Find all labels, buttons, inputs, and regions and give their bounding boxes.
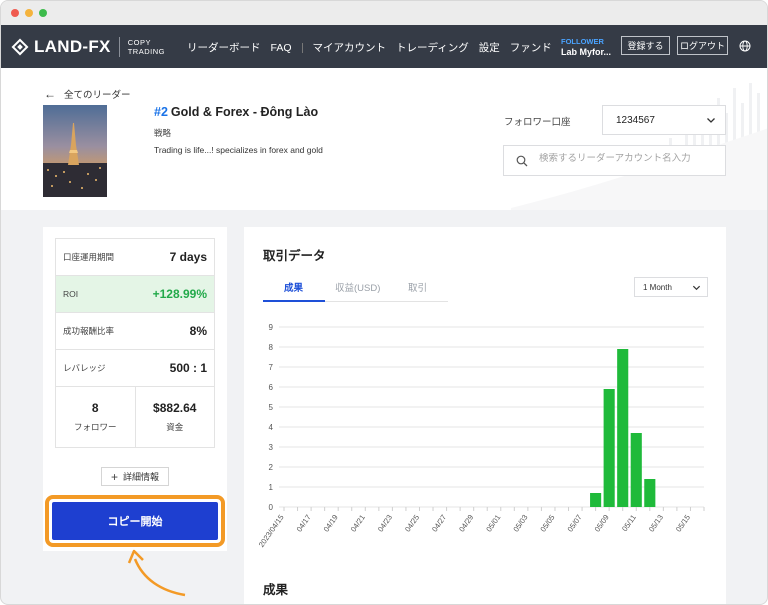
x-tick-label: 05/03 xyxy=(511,513,529,534)
tab-trades[interactable]: 取引 xyxy=(408,280,427,294)
leader-search-box xyxy=(503,145,726,176)
nav-divider xyxy=(301,42,303,53)
logo-text: LAND-FX xyxy=(34,37,111,56)
stat-roi: ROI +128.99% xyxy=(56,276,214,313)
leader-stats-panel: 口座運用期間 7 days ROI +128.99% 成功報酬比率 8% レバレ… xyxy=(43,227,227,551)
follower-account-label: フォロワー口座 xyxy=(504,117,571,128)
performance-section-title: 成果 xyxy=(263,583,289,597)
leader-avatar xyxy=(43,105,107,197)
maximize-window-icon[interactable] xyxy=(39,9,47,17)
x-tick-label: 05/01 xyxy=(484,513,502,534)
x-tick-label: 04/23 xyxy=(376,513,394,534)
nav-my-account[interactable]: マイアカウント xyxy=(313,40,387,55)
y-tick-label: 6 xyxy=(269,383,274,392)
logout-button[interactable]: ログアウト xyxy=(677,36,728,55)
x-tick-label: 04/19 xyxy=(322,513,340,534)
stat-funds: $882.64 資金 xyxy=(134,387,215,447)
close-window-icon[interactable] xyxy=(11,9,19,17)
annotation-arrow-icon xyxy=(127,549,186,597)
y-tick-label: 2 xyxy=(269,463,274,472)
nav-funds[interactable]: ファンド xyxy=(510,40,552,55)
x-tick-label: 2023/04/15 xyxy=(257,513,286,549)
decorative-background-chart xyxy=(511,83,767,210)
main-nav: リーダーボード FAQ マイアカウント トレーディング 設定 ファンド xyxy=(187,40,562,55)
copy-button-highlight: コピー開始 xyxy=(45,495,225,547)
nav-settings[interactable]: 設定 xyxy=(479,40,500,55)
y-tick-label: 7 xyxy=(269,363,274,372)
leader-name: Gold & Forex - Đông Lào xyxy=(170,105,319,119)
strategy-label: 戦略 xyxy=(154,128,172,138)
leader-search-input[interactable] xyxy=(539,153,719,164)
arrow-left-icon: ← xyxy=(44,87,56,101)
stat-followers-funds: 8 フォロワー $882.64 資金 xyxy=(56,387,214,447)
leader-title: #2 Gold & Forex - Đông Lào xyxy=(154,105,318,119)
chart-bar xyxy=(590,493,602,507)
x-tick-label: 05/13 xyxy=(647,513,665,534)
x-tick-label: 04/25 xyxy=(403,513,421,534)
x-tick-label: 05/05 xyxy=(538,513,556,534)
tab-profit-usd[interactable]: 収益(USD) xyxy=(335,280,380,294)
active-tab-indicator xyxy=(263,300,325,302)
plus-icon: + xyxy=(110,469,118,484)
leader-header: ← 全てのリーダー #2 Gold & Forex - Đông Lào 戦略 … xyxy=(1,68,767,210)
nav-faq[interactable]: FAQ xyxy=(271,42,292,54)
follower-account-value: 1234567 xyxy=(616,115,655,126)
trading-tabs: 成果 収益(USD) 取引 xyxy=(263,275,448,302)
follower-account-badge[interactable]: FOLLOWER Lab Myfor... xyxy=(561,36,611,58)
minimize-window-icon[interactable] xyxy=(25,9,33,17)
nav-leaderboard[interactable]: リーダーボード xyxy=(187,40,261,55)
y-tick-label: 3 xyxy=(269,443,274,452)
tab-performance[interactable]: 成果 xyxy=(284,280,303,294)
x-tick-label: 04/21 xyxy=(349,513,367,534)
details-button[interactable]: + 詳細情報 xyxy=(101,467,169,486)
x-tick-label: 04/29 xyxy=(457,513,475,534)
back-to-leaders-link[interactable]: ← 全てのリーダー xyxy=(44,87,131,101)
trading-data-title: 取引データ xyxy=(263,249,326,263)
follower-role-label: FOLLOWER xyxy=(561,37,604,46)
landfx-logo-icon xyxy=(11,38,29,56)
nav-trading[interactable]: トレーディング xyxy=(396,40,469,55)
leader-rank: #2 xyxy=(154,105,168,119)
follower-name: Lab Myfor... xyxy=(561,47,612,57)
chart-bar xyxy=(644,479,656,507)
stats-table: 口座運用期間 7 days ROI +128.99% 成功報酬比率 8% レバレ… xyxy=(55,238,215,448)
x-tick-label: 05/11 xyxy=(620,513,638,533)
performance-bar-chart: 0 1 2 3 4 5 6 7 8 9 2023/04/15 04/17 04/19 04/21 04/23… xyxy=(257,323,705,549)
strategy-text: Trading is life...! specializes in forex… xyxy=(154,145,323,155)
brand-logo[interactable]: LAND-FX COPY TRADING xyxy=(11,37,165,57)
chart-bar xyxy=(630,433,642,507)
x-tick-label: 05/07 xyxy=(566,513,584,534)
follower-account-select[interactable]: 1234567 xyxy=(602,105,726,135)
search-icon xyxy=(516,155,528,167)
x-tick-label: 04/17 xyxy=(295,513,313,534)
start-copy-button[interactable]: コピー開始 xyxy=(52,502,218,540)
stat-success-fee: 成功報酬比率 8% xyxy=(56,313,214,350)
x-tick-label: 05/15 xyxy=(674,513,692,534)
chart-bar xyxy=(603,389,615,507)
register-button[interactable]: 登録する xyxy=(621,36,670,55)
period-select[interactable]: 1 Month xyxy=(634,277,708,297)
y-tick-label: 0 xyxy=(269,503,274,512)
window-titlebar xyxy=(1,1,767,25)
stat-followers: 8 フォロワー xyxy=(73,401,117,432)
y-tick-label: 4 xyxy=(269,423,274,432)
x-tick-label: 04/27 xyxy=(430,513,448,534)
y-tick-label: 5 xyxy=(269,403,274,412)
period-value: 1 Month xyxy=(643,283,672,292)
chevron-down-icon xyxy=(692,285,701,291)
back-label: 全てのリーダー xyxy=(64,90,131,101)
globe-icon[interactable] xyxy=(739,40,751,52)
logo-subtitle: COPY TRADING xyxy=(127,38,165,56)
trading-data-panel: 取引データ 成果 収益(USD) 取引 1 Month 0 1 2 3 4 5 6 7 8 9 20… xyxy=(244,227,726,604)
stat-leverage: レバレッジ 500 : 1 xyxy=(56,350,214,387)
top-navbar: LAND-FX COPY TRADING リーダーボード FAQ マイアカウント… xyxy=(1,25,767,68)
chart-bar xyxy=(617,349,629,507)
y-tick-label: 1 xyxy=(269,483,274,492)
browser-window: LAND-FX COPY TRADING リーダーボード FAQ マイアカウント… xyxy=(0,0,768,605)
x-tick-label: 05/09 xyxy=(593,513,611,534)
y-tick-label: 9 xyxy=(269,323,274,332)
y-tick-label: 8 xyxy=(269,343,274,352)
stat-period: 口座運用期間 7 days xyxy=(56,239,214,276)
chevron-down-icon xyxy=(707,118,715,123)
